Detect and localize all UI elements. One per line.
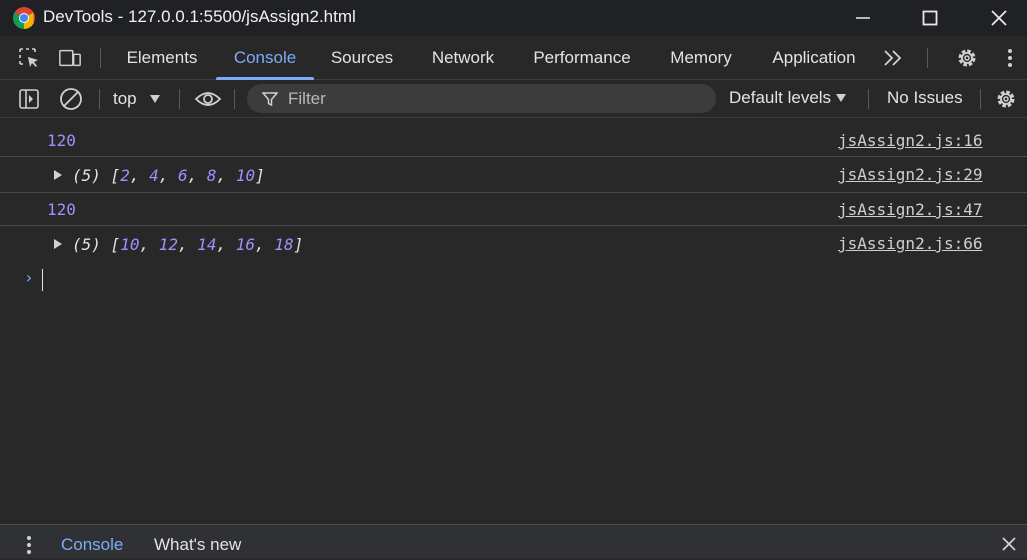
caret-down-icon xyxy=(149,95,160,103)
close-window-button[interactable] xyxy=(974,0,1024,36)
gear-icon xyxy=(958,49,976,67)
toolbar-divider xyxy=(99,89,100,109)
console-input-caret[interactable] xyxy=(42,269,43,291)
caret-down-icon xyxy=(836,94,847,102)
source-link[interactable]: jsAssign2.js:66 xyxy=(838,234,983,253)
toolbar-divider xyxy=(980,89,981,109)
live-expression-button[interactable] xyxy=(193,87,223,111)
block-icon xyxy=(60,88,82,110)
toolbar-divider xyxy=(100,48,101,68)
array-preview[interactable]: (5) [10, 12, 14, 16, 18] xyxy=(54,235,303,254)
minimize-icon xyxy=(856,17,870,19)
eye-icon xyxy=(194,92,222,106)
execution-context-value: top xyxy=(113,89,137,108)
filter-icon xyxy=(262,92,278,107)
window-title: DevTools - 127.0.0.1:5500/jsAssign2.html xyxy=(43,7,356,26)
source-link[interactable]: jsAssign2.js:16 xyxy=(838,131,983,150)
close-drawer-button[interactable] xyxy=(1001,536,1017,557)
array-length: (5) xyxy=(72,235,101,254)
tab-elements[interactable]: Elements xyxy=(114,36,210,79)
array-item: 18 xyxy=(274,235,294,254)
array-item: 8 xyxy=(206,166,217,185)
expand-triangle-icon[interactable] xyxy=(54,170,62,180)
tab-sources[interactable]: Sources xyxy=(320,36,404,79)
drawer-menu-button[interactable] xyxy=(25,535,33,560)
array-item: 16 xyxy=(235,235,256,254)
log-levels-label: Default levels xyxy=(729,88,832,107)
log-number-value: 120 xyxy=(47,131,76,150)
tab-console[interactable]: Console xyxy=(216,36,314,80)
console-toolbar: top Filter Default levels No Issues xyxy=(0,80,1027,118)
issues-counter[interactable]: No Issues xyxy=(887,88,963,108)
toolbar-divider xyxy=(927,48,928,68)
vertical-ellipsis-icon xyxy=(1008,49,1012,67)
source-link[interactable]: jsAssign2.js:29 xyxy=(838,165,983,184)
log-levels-dropdown[interactable]: Default levels xyxy=(729,88,847,108)
expand-triangle-icon[interactable] xyxy=(54,239,62,249)
close-icon xyxy=(1002,537,1016,551)
show-sidebar-button[interactable] xyxy=(17,87,41,111)
array-item: 10 xyxy=(235,166,256,185)
vertical-ellipsis-icon xyxy=(27,536,31,554)
more-tabs-button[interactable] xyxy=(881,46,905,70)
chevron-double-right-icon xyxy=(884,50,902,66)
toolbar-divider xyxy=(179,89,180,109)
drawer-tabbar: Console What's new xyxy=(0,524,1027,558)
array-item: 2 xyxy=(120,166,130,185)
console-settings-button[interactable] xyxy=(994,87,1018,111)
array-item: 14 xyxy=(197,235,217,254)
array-item: 10 xyxy=(120,235,140,254)
window-title-bar: DevTools - 127.0.0.1:5500/jsAssign2.html xyxy=(0,0,1027,36)
maximize-icon xyxy=(922,10,938,26)
tab-memory[interactable]: Memory xyxy=(656,36,746,79)
device-toolbar-button[interactable] xyxy=(58,46,82,70)
console-message[interactable]: (5) [10, 12, 14, 16, 18] jsAssign2.js:66 xyxy=(0,226,1027,264)
source-link[interactable]: jsAssign2.js:47 xyxy=(838,200,983,219)
array-item: 6 xyxy=(178,166,188,185)
console-message[interactable]: (5) [2, 4, 6, 8, 10] jsAssign2.js:29 xyxy=(0,157,1027,193)
console-message: 120 jsAssign2.js:47 xyxy=(0,193,1027,226)
toolbar-divider xyxy=(234,89,235,109)
customize-menu-button[interactable] xyxy=(998,46,1022,70)
console-message: 120 jsAssign2.js:16 xyxy=(0,119,1027,157)
tab-performance[interactable]: Performance xyxy=(522,36,642,79)
close-icon xyxy=(991,10,1007,26)
gear-icon xyxy=(997,90,1015,108)
array-item: 12 xyxy=(158,235,178,254)
filter-placeholder: Filter xyxy=(288,89,326,108)
array-preview[interactable]: (5) [2, 4, 6, 8, 10] xyxy=(54,166,265,185)
minimize-button[interactable] xyxy=(838,0,888,36)
tab-network[interactable]: Network xyxy=(418,36,508,79)
inspect-element-icon xyxy=(19,48,38,67)
array-item: 4 xyxy=(149,166,159,185)
drawer-tab-whats-new[interactable]: What's new xyxy=(154,535,241,555)
devtools-main-toolbar: Elements Console Sources Network Perform… xyxy=(0,36,1027,80)
clear-console-button[interactable] xyxy=(59,87,83,111)
array-length: (5) xyxy=(72,166,101,185)
log-number-value: 120 xyxy=(47,200,76,219)
device-toggle-icon xyxy=(59,49,81,67)
filter-input[interactable]: Filter xyxy=(247,84,716,113)
tab-application[interactable]: Application xyxy=(760,36,868,79)
inspect-element-button[interactable] xyxy=(17,46,41,70)
toolbar-divider xyxy=(868,89,869,109)
chrome-logo-icon xyxy=(13,7,35,29)
execution-context-select[interactable]: top xyxy=(113,87,161,111)
console-prompt-icon: › xyxy=(24,268,34,287)
console-messages: 120 jsAssign2.js:16 (5) [2, 4, 6, 8, 10]… xyxy=(0,119,1027,264)
sidebar-toggle-icon xyxy=(19,89,39,109)
drawer-tab-console[interactable]: Console xyxy=(61,535,123,555)
maximize-button[interactable] xyxy=(905,0,955,36)
settings-button[interactable] xyxy=(955,46,979,70)
